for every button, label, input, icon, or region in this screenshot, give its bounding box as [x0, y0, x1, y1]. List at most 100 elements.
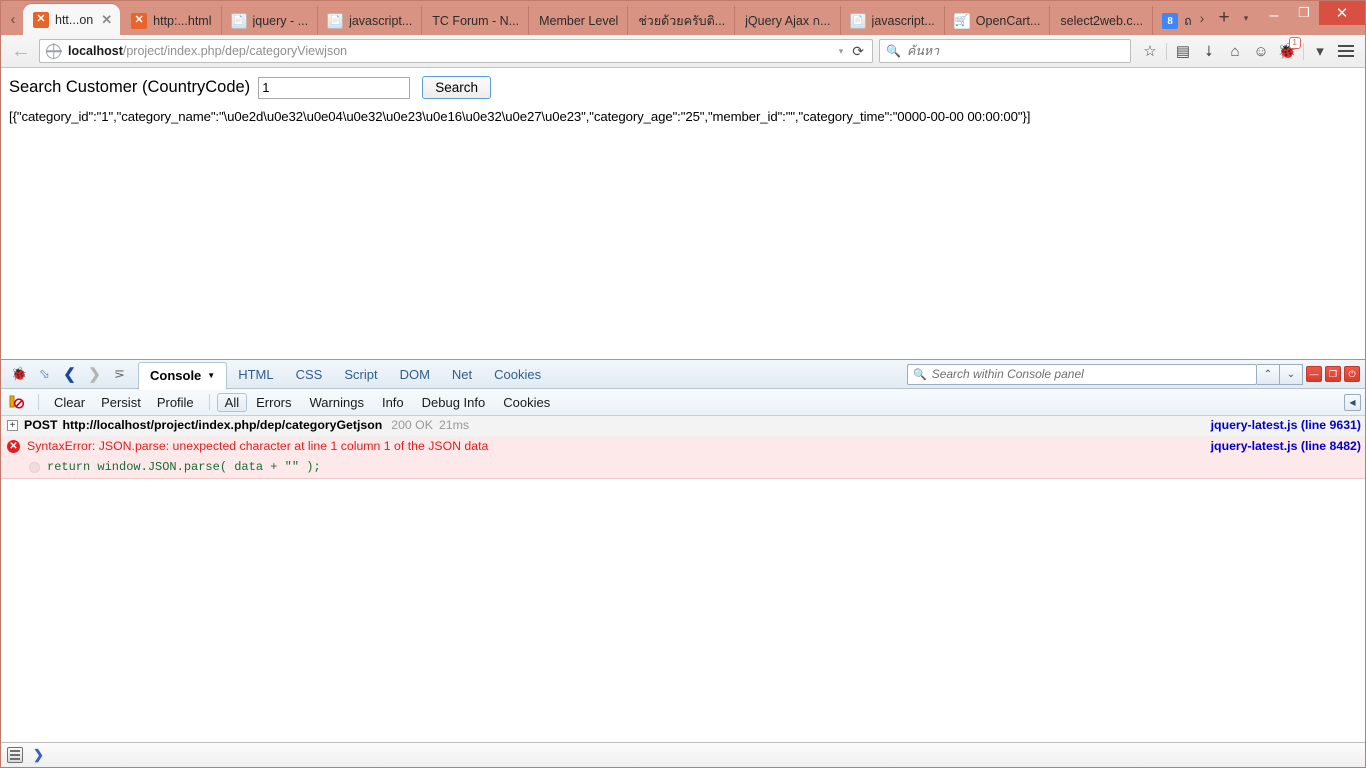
chevron-down-icon[interactable]: ▼: [207, 371, 215, 380]
browser-tab-2[interactable]: 📄 jquery - ...: [222, 6, 319, 35]
tab-title: javascript...: [349, 13, 413, 28]
browser-tab-6[interactable]: ช่วยด้วยครับติ...: [628, 6, 736, 35]
expand-request-icon[interactable]: +: [7, 420, 18, 431]
tab-scroll-right-icon[interactable]: ›: [1191, 3, 1213, 33]
minimize-window-button[interactable]: –: [1259, 1, 1289, 25]
console-clear-button[interactable]: Clear: [46, 394, 93, 411]
request-source-link[interactable]: jquery-latest.js (line 9631): [1199, 418, 1361, 432]
bookmark-star-icon[interactable]: ☆: [1137, 37, 1163, 65]
firebug-toolbar: 🐞 ⬂ ❮ ❯ ⋝ Console ▼ HTML CSS Script DOM Net Coo…: [1, 360, 1365, 390]
browser-tab-0[interactable]: ✕ htt...on ✕: [23, 4, 121, 35]
console-error-row[interactable]: ✕ SyntaxError: JSON.parse: unexpected ch…: [1, 437, 1365, 458]
break-on-error-icon[interactable]: [8, 395, 25, 410]
window-controls: – ❐ ✕: [1259, 1, 1365, 35]
minimize-firebug-button[interactable]: —: [1306, 366, 1322, 382]
browser-search-box[interactable]: 🔍 ค้นหา: [879, 39, 1131, 63]
search-icon: 🔍: [886, 44, 901, 58]
browser-tab-8[interactable]: 📄 javascript...: [841, 6, 945, 35]
console-profile-button[interactable]: Profile: [149, 394, 202, 411]
request-time: 21ms: [438, 418, 470, 432]
firebug-badge-count: 1: [1288, 37, 1301, 49]
browser-search-placeholder: ค้นหา: [906, 44, 940, 58]
reader-list-icon[interactable]: ▤: [1170, 37, 1196, 65]
downloads-icon[interactable]: ⭣: [1196, 37, 1222, 65]
console-log-list: + POST http://localhost/project/index.ph…: [1, 416, 1365, 742]
close-window-button[interactable]: ✕: [1319, 1, 1365, 25]
firebug-tab-script[interactable]: Script: [333, 361, 388, 389]
firebug-search-placeholder: Search within Console panel: [931, 367, 1084, 381]
overflow-caret-icon[interactable]: ▾: [1307, 37, 1333, 65]
close-tab-icon[interactable]: ✕: [101, 13, 112, 26]
script-icon: 📄: [327, 12, 344, 29]
console-filter-info[interactable]: Info: [373, 393, 413, 412]
source-bullet-icon: [29, 462, 40, 473]
toggle-panel-icon[interactable]: [7, 747, 23, 763]
chat-icon[interactable]: ☺: [1248, 37, 1274, 65]
firebug-bug-icon[interactable]: 🐞: [7, 362, 32, 386]
restore-window-button[interactable]: ❐: [1289, 1, 1319, 25]
firebug-tab-dom[interactable]: DOM: [389, 361, 441, 389]
detach-firebug-button[interactable]: ❐: [1325, 366, 1341, 382]
country-code-input[interactable]: [258, 76, 411, 99]
error-source-link[interactable]: jquery-latest.js (line 8482): [1199, 439, 1361, 453]
menu-button[interactable]: [1333, 37, 1359, 65]
firebug-tab-net[interactable]: Net: [441, 361, 483, 389]
tab-title: TC Forum - N...: [432, 13, 520, 28]
page-content: Search Customer (CountryCode) Search [{"…: [1, 68, 1365, 359]
collapse-side-panel-icon[interactable]: ◀: [1344, 393, 1361, 411]
browser-tab-7[interactable]: jQuery Ajax ก...: [735, 6, 841, 35]
firebug-panel-tabs: Console ▼ HTML CSS Script DOM Net Cookies: [138, 360, 552, 390]
browser-tab-3[interactable]: 📄 javascript...: [318, 6, 423, 35]
address-bar[interactable]: localhost/project/index.php/dep/category…: [39, 39, 873, 63]
console-filter-debug-info[interactable]: Debug Info: [413, 393, 495, 412]
address-bar-text: localhost/project/index.php/dep/category…: [68, 44, 347, 58]
console-filter-warnings[interactable]: Warnings: [301, 393, 373, 412]
console-filter-all[interactable]: All: [216, 392, 248, 412]
console-filter-buttons: All Errors Warnings Info Debug Info Cookies: [216, 392, 560, 412]
search-previous-button[interactable]: ⌃: [1257, 363, 1280, 385]
nav-forward-icon[interactable]: ❯: [82, 362, 107, 386]
address-dropdown-icon[interactable]: ▾: [834, 46, 849, 57]
close-firebug-button[interactable]: ⏻: [1344, 366, 1360, 382]
console-subtoolbar: Clear Persist Profile All Errors Warnings Inf…: [1, 389, 1365, 416]
new-tab-button[interactable]: +: [1213, 3, 1235, 33]
browser-tab-4[interactable]: TC Forum - N...: [422, 6, 530, 35]
search-button[interactable]: Search: [422, 76, 491, 99]
console-filter-errors[interactable]: Errors: [247, 393, 300, 412]
browser-tab-11[interactable]: 8ถ: [1153, 6, 1191, 35]
quick-info-icon[interactable]: ⋝: [107, 362, 132, 386]
tab-scroll-left-icon[interactable]: ‹: [3, 3, 23, 35]
toolbar-divider: [38, 394, 39, 410]
firebug-panel-search-input[interactable]: 🔍 Search within Console panel: [907, 363, 1257, 385]
list-all-tabs-icon[interactable]: ▾: [1235, 3, 1257, 33]
reload-icon[interactable]: ⟳: [848, 43, 868, 60]
request-status: 200 OK: [391, 418, 433, 432]
tab-title: select2web.c...: [1060, 13, 1144, 28]
script-icon: 📄: [230, 12, 247, 29]
firebug-tab-html[interactable]: HTML: [227, 361, 284, 389]
json-response-output: [{"category_id":"1","category_name":"\u0…: [9, 109, 1031, 124]
firebug-icon[interactable]: 🐞 1: [1274, 37, 1301, 65]
browser-tab-10[interactable]: select2web.c...: [1050, 6, 1154, 35]
search-next-button[interactable]: ⌄: [1280, 363, 1303, 385]
request-url[interactable]: http://localhost/project/index.php/dep/c…: [62, 418, 382, 432]
nav-back-icon[interactable]: ❮: [57, 362, 82, 386]
console-request-row[interactable]: + POST http://localhost/project/index.ph…: [1, 416, 1365, 437]
browser-tab-9[interactable]: 🛒 OpenCart...: [945, 6, 1051, 35]
firebug-tab-cookies[interactable]: Cookies: [483, 361, 552, 389]
command-line-chevron-icon[interactable]: ❯: [33, 747, 44, 763]
tab-title: OpenCart...: [975, 13, 1041, 28]
tab-title: javascript...: [871, 13, 935, 28]
error-icon: ✕: [7, 440, 20, 453]
console-error-source-row[interactable]: return window.JSON.parse( data + "" );: [1, 458, 1365, 479]
browser-tab-1[interactable]: ✕ http:...html: [122, 6, 222, 35]
browser-tab-5[interactable]: Member Level: [529, 6, 629, 35]
home-icon[interactable]: ⌂: [1222, 37, 1248, 65]
inspect-element-icon[interactable]: ⬂: [32, 362, 57, 386]
back-button-icon[interactable]: ←: [7, 37, 35, 65]
console-persist-button[interactable]: Persist: [93, 394, 149, 411]
console-filter-cookies[interactable]: Cookies: [494, 393, 559, 412]
firebug-tab-console[interactable]: Console ▼: [138, 361, 228, 390]
firebug-tab-css[interactable]: CSS: [285, 361, 334, 389]
firebug-tab-label: Net: [451, 367, 473, 382]
